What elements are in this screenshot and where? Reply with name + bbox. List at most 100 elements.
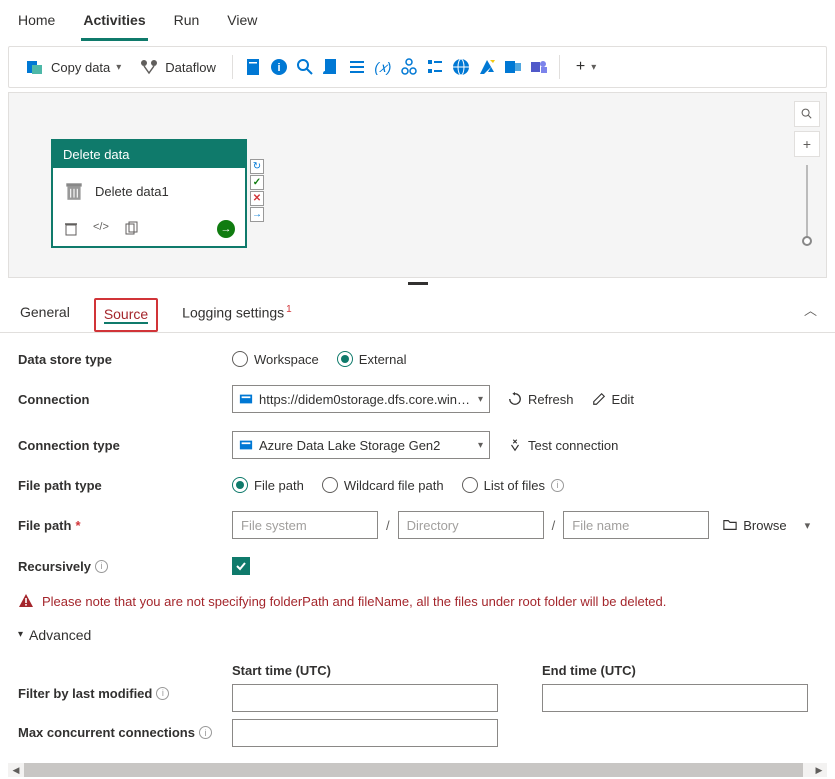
azure-icon[interactable] bbox=[477, 57, 497, 77]
code-icon[interactable]: </> bbox=[93, 221, 109, 237]
info-icon[interactable]: i bbox=[551, 479, 564, 492]
zoom-in-button[interactable]: + bbox=[794, 131, 820, 157]
copy-data-label: Copy data bbox=[51, 60, 110, 75]
notebook-icon[interactable] bbox=[243, 57, 263, 77]
scroll-right-button[interactable]: ▶ bbox=[811, 763, 827, 777]
start-time-input[interactable] bbox=[232, 684, 498, 712]
panel-tab-source[interactable]: Source bbox=[104, 306, 148, 324]
pipeline-canvas[interactable]: Delete data Delete data1 </> → ↻ ✓ ✕ → + bbox=[8, 92, 827, 278]
directory-input[interactable] bbox=[398, 511, 544, 539]
scrollbar-thumb[interactable] bbox=[24, 763, 803, 777]
handle-skip-icon[interactable]: ↻ bbox=[250, 159, 264, 174]
trash-icon bbox=[63, 180, 85, 202]
recursively-label: Recursively i bbox=[18, 559, 232, 574]
activity-status-handles: ↻ ✓ ✕ → bbox=[250, 159, 264, 222]
file-path-label: File path * bbox=[18, 518, 232, 533]
file-name-input[interactable] bbox=[563, 511, 709, 539]
filter-last-modified-label: Filter by last modified i bbox=[18, 686, 232, 701]
info-icon[interactable]: i bbox=[95, 560, 108, 573]
svg-text:i: i bbox=[277, 62, 280, 74]
info-icon[interactable]: i bbox=[199, 726, 212, 739]
refresh-button[interactable]: Refresh bbox=[508, 392, 574, 407]
end-time-input[interactable] bbox=[542, 684, 808, 712]
search-icon[interactable] bbox=[295, 57, 315, 77]
handle-completion-icon[interactable]: → bbox=[250, 207, 264, 222]
scroll-left-button[interactable]: ◀ bbox=[8, 763, 24, 777]
panel-resize-handle[interactable] bbox=[0, 278, 835, 288]
recursively-checkbox[interactable] bbox=[232, 557, 250, 575]
data-store-type-label: Data store type bbox=[18, 352, 232, 367]
max-connections-input[interactable] bbox=[232, 719, 498, 747]
activity-name: Delete data1 bbox=[95, 184, 169, 199]
connection-type-label: Connection type bbox=[18, 438, 232, 453]
warning-message: Please note that you are not specifying … bbox=[18, 593, 817, 609]
radio-list-of-files[interactable]: List of filesi bbox=[462, 477, 564, 493]
zoom-search-button[interactable] bbox=[794, 101, 820, 127]
connection-dropdown[interactable]: https://didem0storage.dfs.core.wind... ▾ bbox=[232, 385, 490, 413]
chevron-down-icon: ▾ bbox=[591, 62, 596, 73]
delete-icon[interactable] bbox=[63, 221, 79, 237]
max-connections-label: Max concurrent connections i bbox=[18, 725, 232, 740]
datalake-icon bbox=[239, 438, 253, 452]
browse-button[interactable]: Browse bbox=[723, 518, 786, 533]
panel-tab-general[interactable]: General bbox=[18, 300, 72, 330]
top-tab-activities[interactable]: Activities bbox=[81, 8, 147, 41]
connection-type-dropdown[interactable]: Azure Data Lake Storage Gen2 ▾ bbox=[232, 431, 490, 459]
chevron-down-icon[interactable]: ▾ bbox=[805, 519, 811, 532]
zoom-handle[interactable] bbox=[802, 236, 812, 246]
file-system-input[interactable] bbox=[232, 511, 378, 539]
globe-icon[interactable] bbox=[451, 57, 471, 77]
end-time-label: End time (UTC) bbox=[542, 663, 808, 678]
test-connection-button[interactable]: Test connection bbox=[508, 438, 618, 453]
add-activity-button[interactable]: + ▾ bbox=[570, 54, 602, 80]
webhook-icon[interactable] bbox=[399, 57, 419, 77]
radio-file-path[interactable]: File path bbox=[232, 477, 304, 493]
zoom-slider[interactable] bbox=[806, 165, 808, 241]
copy-icon[interactable] bbox=[123, 221, 139, 237]
source-tab-highlight: Source bbox=[94, 298, 158, 332]
panel-collapse-button[interactable]: ︿ bbox=[804, 300, 817, 319]
radio-external[interactable]: External bbox=[337, 351, 407, 367]
info-circle-icon[interactable]: i bbox=[269, 57, 289, 77]
file-path-type-label: File path type bbox=[18, 478, 232, 493]
activity-delete-data[interactable]: Delete data Delete data1 </> → bbox=[51, 139, 247, 248]
dataflow-label: Dataflow bbox=[165, 60, 216, 75]
dataflow-button[interactable]: Dataflow bbox=[133, 53, 222, 81]
warning-icon bbox=[18, 593, 34, 609]
run-icon[interactable]: → bbox=[217, 220, 235, 238]
info-icon[interactable]: i bbox=[156, 687, 169, 700]
variable-icon[interactable]: (𝑥) bbox=[373, 57, 393, 77]
list-icon[interactable] bbox=[347, 57, 367, 77]
chevron-down-icon: ▾ bbox=[116, 62, 121, 73]
advanced-toggle[interactable]: ▾ Advanced bbox=[18, 627, 91, 643]
connection-label: Connection bbox=[18, 392, 232, 407]
toolbar-separator-2 bbox=[559, 55, 560, 79]
panel-tab-logging[interactable]: Logging settings1 bbox=[180, 300, 294, 331]
top-tab-home[interactable]: Home bbox=[16, 8, 57, 41]
copy-data-button[interactable]: Copy data ▾ bbox=[19, 53, 127, 81]
top-tab-run[interactable]: Run bbox=[172, 8, 202, 41]
handle-success-icon[interactable]: ✓ bbox=[250, 175, 264, 190]
plus-icon: + bbox=[576, 58, 585, 76]
activity-toolbar: Copy data ▾ Dataflow i (𝑥) + ▾ bbox=[8, 46, 827, 88]
top-tab-view[interactable]: View bbox=[225, 8, 259, 41]
chevron-down-icon: ▾ bbox=[478, 394, 483, 405]
connection-value: https://didem0storage.dfs.core.wind... bbox=[259, 392, 472, 407]
edit-button[interactable]: Edit bbox=[592, 392, 634, 407]
handle-fail-icon[interactable]: ✕ bbox=[250, 191, 264, 206]
copy-data-icon bbox=[25, 57, 45, 77]
source-settings-form: Data store type Workspace External Conne… bbox=[0, 333, 835, 771]
horizontal-scrollbar[interactable]: ◀ ▶ bbox=[8, 763, 827, 777]
teams-icon[interactable] bbox=[529, 57, 549, 77]
toolbar-separator bbox=[232, 55, 233, 79]
script-icon[interactable] bbox=[321, 57, 341, 77]
radio-workspace[interactable]: Workspace bbox=[232, 351, 319, 367]
radio-wildcard[interactable]: Wildcard file path bbox=[322, 477, 444, 493]
connection-type-value: Azure Data Lake Storage Gen2 bbox=[259, 438, 472, 453]
start-time-label: Start time (UTC) bbox=[232, 663, 498, 678]
logging-error-badge: 1 bbox=[286, 304, 292, 315]
outlook-icon[interactable] bbox=[503, 57, 523, 77]
chevron-down-icon: ▾ bbox=[18, 629, 23, 640]
tasks-icon[interactable] bbox=[425, 57, 445, 77]
chevron-down-icon: ▾ bbox=[478, 440, 483, 451]
